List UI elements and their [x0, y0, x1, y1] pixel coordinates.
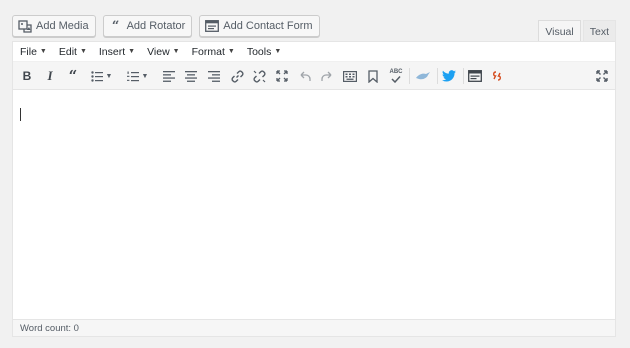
link-icon[interactable] [229, 68, 245, 84]
align-left-icon[interactable] [161, 68, 177, 84]
add-rotator-button[interactable]: “ Add Rotator [102, 15, 193, 37]
fullscreen-icon[interactable] [274, 68, 290, 84]
tab-text[interactable]: Text [582, 20, 616, 42]
chevron-down-icon[interactable]: ▼ [140, 68, 150, 84]
chevron-down-icon: ▼ [79, 48, 87, 55]
toolbar-separator [437, 68, 438, 84]
media-icon [18, 19, 32, 33]
editor-mode-tabs: Visual Text [538, 20, 616, 42]
tab-visual[interactable]: Visual [538, 20, 581, 42]
toolbar-separator [409, 68, 410, 84]
menu-insert[interactable]: Insert ▼ [99, 46, 135, 58]
menu-edit-label: Edit [58, 45, 77, 58]
menu-view[interactable]: View ▼ [147, 46, 180, 58]
word-count: Word count: 0 [20, 322, 79, 334]
template-icon[interactable] [467, 68, 483, 84]
add-media-button[interactable]: Add Media [12, 15, 96, 37]
chevron-down-icon: ▼ [39, 48, 47, 55]
menu-file-label: File [20, 45, 37, 58]
menu-view-label: View [147, 45, 170, 58]
redo-icon[interactable] [319, 68, 335, 84]
bird-icon[interactable] [415, 68, 431, 84]
add-rotator-label: Add Rotator [126, 20, 186, 32]
add-contact-form-button[interactable]: Add Contact Form [199, 15, 320, 37]
menu-tools-label: Tools [246, 45, 272, 58]
text-cursor [20, 108, 21, 121]
spellcheck-label: ABC [389, 69, 403, 75]
twitter-icon[interactable] [441, 68, 457, 84]
bookmark-icon[interactable] [365, 68, 381, 84]
add-contact-form-label: Add Contact Form [223, 20, 313, 32]
menu-edit[interactable]: Edit ▼ [59, 46, 87, 58]
undo-icon[interactable] [297, 68, 313, 84]
add-media-label: Add Media [36, 20, 89, 32]
align-center-icon[interactable] [183, 68, 199, 84]
editor-content-area[interactable] [13, 91, 615, 319]
form-icon [205, 19, 220, 33]
menu-format[interactable]: Format ▼ [192, 46, 235, 58]
menu-file[interactable]: File ▼ [20, 46, 47, 58]
unlink-icon[interactable] [251, 68, 267, 84]
numbered-list-icon[interactable] [125, 68, 141, 84]
italic-icon[interactable]: I [42, 68, 58, 84]
menu-tools[interactable]: Tools ▼ [247, 46, 281, 58]
expand-icon[interactable] [594, 68, 610, 84]
align-right-icon[interactable] [206, 68, 222, 84]
bullet-list-icon[interactable] [89, 68, 105, 84]
toolbar-separator [463, 68, 464, 84]
shortcode-icon[interactable] [489, 68, 505, 84]
formatting-toolbar: B I “ ▼ ▼ ABC [13, 62, 615, 90]
menu-insert-label: Insert [98, 45, 126, 58]
keyboard-icon[interactable] [342, 68, 358, 84]
chevron-down-icon: ▼ [172, 48, 180, 55]
chevron-down-icon: ▼ [274, 48, 282, 55]
spellcheck-icon[interactable]: ABC [388, 68, 404, 84]
chevron-down-icon: ▼ [128, 48, 136, 55]
editor-frame: File ▼ Edit ▼ Insert ▼ View ▼ Format ▼ Tools ▼… [12, 41, 616, 337]
media-buttons-bar: Add Media “ Add Rotator Add Contact Form [12, 15, 320, 37]
editor-statusbar: Word count: 0 [13, 319, 615, 336]
bold-icon[interactable]: B [19, 68, 35, 84]
chevron-down-icon: ▼ [227, 48, 235, 55]
chevron-down-icon[interactable]: ▼ [104, 68, 114, 84]
blockquote-icon[interactable]: “ [65, 67, 81, 85]
menu-format-label: Format [191, 45, 225, 58]
quote-icon: “ [111, 18, 120, 34]
menubar: File ▼ Edit ▼ Insert ▼ View ▼ Format ▼ Tools ▼ [13, 42, 615, 62]
